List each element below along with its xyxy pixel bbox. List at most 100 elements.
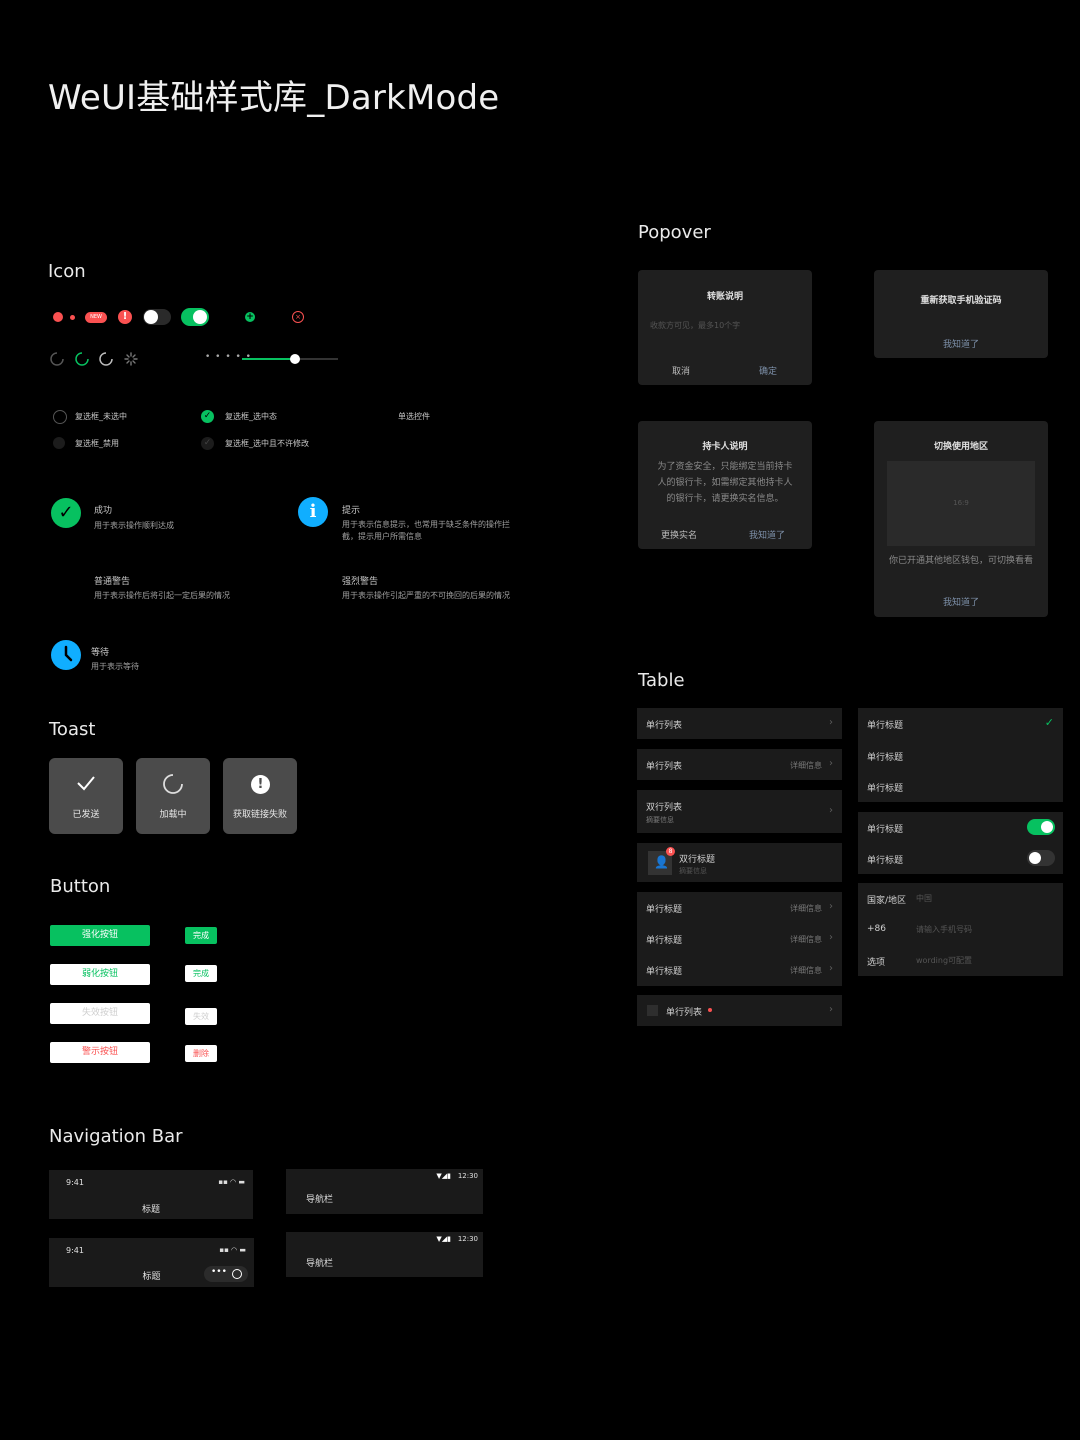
list-item[interactable]: 单行标题 详细信息 › <box>637 892 842 923</box>
list-item-label: 单行标题 <box>867 753 904 763</box>
page-title: WeUI基础样式库_DarkMode <box>48 78 500 118</box>
android-navbar-1: ▼◢▮ 12:30 导航栏 <box>286 1169 483 1214</box>
navbar-title: 导航栏 <box>306 1195 334 1205</box>
toast-fail: ! 获取链接失败 <box>223 758 297 834</box>
danger-title: 强烈警告 <box>342 577 379 587</box>
list-item-detail: 详细信息 <box>790 761 822 770</box>
list-item-label: 单行列表 <box>666 1008 703 1018</box>
clear-circle-icon[interactable]: × <box>292 311 304 323</box>
checkbox-unchecked[interactable] <box>53 410 67 424</box>
radio-list-group: 单行标题 ✓ 单行标题 单行标题 <box>858 708 1063 802</box>
popover-confirm-button[interactable]: 我知道了 <box>874 337 1048 350</box>
loading-white-icon <box>99 352 113 366</box>
warn-desc: 用于表示操作后将引起一定后果的情况 <box>94 591 230 600</box>
popover-transfer: 转账说明 收款方可见，最多10个字 取消 确定 <box>638 270 812 385</box>
default-button[interactable]: 弱化按钮 <box>50 964 150 985</box>
toast-loading: 加载中 <box>136 758 210 834</box>
navbar-title: 导航栏 <box>306 1259 334 1269</box>
check-icon <box>77 776 95 791</box>
checkbox-checked-disabled: ✓ <box>201 437 214 450</box>
popover-confirm-button[interactable]: 我知道了 <box>874 595 1048 608</box>
list-item[interactable]: 单行列表 详细信息 › <box>637 749 842 780</box>
country-label: 国家/地区 <box>867 896 907 906</box>
waiting-desc: 用于表示等待 <box>91 662 139 671</box>
list-item-double[interactable]: 双行列表 摘要信息 › <box>637 790 842 833</box>
checkbox-disabled-label: 复选框_禁用 <box>75 439 119 448</box>
switch-list-item: 单行标题 <box>858 812 1063 843</box>
switch-on-toggle[interactable] <box>181 308 209 326</box>
navbar-title: 标题 <box>141 1205 160 1215</box>
radio-label: 单选控件 <box>398 412 430 421</box>
more-icon[interactable]: ••• <box>211 1267 227 1277</box>
dots-loading-icon: • • • • • <box>205 352 252 362</box>
radio-list-item[interactable]: 单行标题 ✓ <box>858 708 1063 739</box>
ios-navbar-2: 9:41 ▪▪ ◠ ▬ 标题 ••• <box>49 1238 254 1287</box>
close-circle-icon[interactable] <box>232 1269 242 1279</box>
default-mini-button[interactable]: 完成 <box>185 965 217 982</box>
popover-image-placeholder: 16:9 <box>887 461 1035 546</box>
popover-input-placeholder[interactable]: 收款方可见，最多10个字 <box>650 320 740 331</box>
info-desc-line1: 用于表示信息提示，也常用于缺乏条件的操作拦 <box>342 520 510 529</box>
danger-desc: 用于表示操作引起严重的不可挽回的后果的情况 <box>342 591 510 600</box>
list-item-label: 单行标题 <box>867 784 904 794</box>
list-item-icon[interactable]: 单行列表 › <box>637 995 842 1026</box>
popover-cancel-button[interactable]: 更换实名 <box>661 528 697 541</box>
list-item-detail: 详细信息 <box>790 935 822 944</box>
switch-off-toggle[interactable] <box>143 309 171 325</box>
toast-success: 已发送 <box>49 758 123 834</box>
capsule-menu-button[interactable]: ••• <box>204 1266 248 1282</box>
radio-list-item[interactable]: 单行标题 <box>858 739 1063 770</box>
option-label: 选项 <box>867 958 886 968</box>
list-item-label: 单行标题 <box>867 825 904 835</box>
status-icons: ▪▪ ◠ ▬ <box>219 1246 246 1254</box>
success-icon: ✓ <box>51 498 81 528</box>
list-item[interactable]: 单行列表 › <box>637 708 842 739</box>
radio-list-item[interactable]: 单行标题 <box>858 770 1063 801</box>
section-title-toast: Toast <box>49 719 96 740</box>
slider[interactable] <box>242 354 338 364</box>
app-icon <box>647 1005 658 1016</box>
success-title: 成功 <box>94 506 113 516</box>
loading-icon <box>163 774 183 794</box>
popover-confirm-button[interactable]: 我知道了 <box>749 528 785 541</box>
popover-confirm-button[interactable]: 确定 <box>759 364 777 377</box>
list-item-subtitle: 摘要信息 <box>679 867 707 875</box>
warn-button[interactable]: 警示按钮 <box>50 1042 150 1063</box>
popover-title: 转账说明 <box>706 292 743 302</box>
popover-cardholder: 持卡人说明 为了资金安全，只能绑定当前持卡 人的银行卡，如需绑定其他持卡人 的银… <box>638 421 812 549</box>
new-badge: NEW <box>85 312 107 323</box>
list-group: 单行标题 详细信息 › 单行标题 详细信息 › 单行标题 详细信息 › <box>637 892 842 986</box>
list-item-avatar[interactable]: 👤 8 双行标题 摘要信息 <box>637 843 842 882</box>
warn-icon <box>51 568 81 598</box>
warn-mini-button[interactable]: 删除 <box>185 1045 217 1062</box>
slider-handle[interactable] <box>290 354 300 364</box>
spinner-icon <box>124 352 138 366</box>
list-item[interactable]: 单行标题 详细信息 › <box>637 954 842 985</box>
check-icon: ✓ <box>1044 716 1054 729</box>
image-ratio-label: 16:9 <box>953 499 969 507</box>
list-item[interactable]: 单行标题 详细信息 › <box>637 923 842 954</box>
option-input[interactable]: wording可配置 <box>916 955 972 966</box>
toast-loading-label: 加载中 <box>159 810 187 820</box>
popover-body-line1: 为了资金安全，只能绑定当前持卡 <box>657 462 793 472</box>
danger-icon <box>298 568 328 598</box>
checkbox-unchecked-label: 复选框_未选中 <box>75 412 127 421</box>
small-red-dot-icon <box>70 315 75 320</box>
switch-off-toggle[interactable] <box>1027 850 1055 866</box>
waiting-title: 等待 <box>91 648 110 658</box>
popover-cancel-button[interactable]: 取消 <box>672 364 690 377</box>
phone-input[interactable]: 请输入手机号码 <box>916 924 972 935</box>
list-item-title: 双行列表 <box>646 803 683 813</box>
checkbox-checked[interactable]: ✓ <box>201 410 214 423</box>
chevron-right-icon: › <box>829 932 833 943</box>
primary-mini-button[interactable]: 完成 <box>185 927 217 944</box>
switch-on-toggle[interactable] <box>1027 819 1055 835</box>
red-dot-icon <box>708 1008 712 1012</box>
section-title-navbar: Navigation Bar <box>49 1126 183 1147</box>
list-item-label: 单行标题 <box>867 856 904 866</box>
notification-badge: 8 <box>666 847 675 856</box>
phone-prefix[interactable]: +86 <box>867 924 886 934</box>
country-select[interactable]: 中国 <box>916 893 932 904</box>
primary-button[interactable]: 强化按钮 <box>50 925 150 946</box>
red-dot-badge-icon <box>53 312 63 322</box>
